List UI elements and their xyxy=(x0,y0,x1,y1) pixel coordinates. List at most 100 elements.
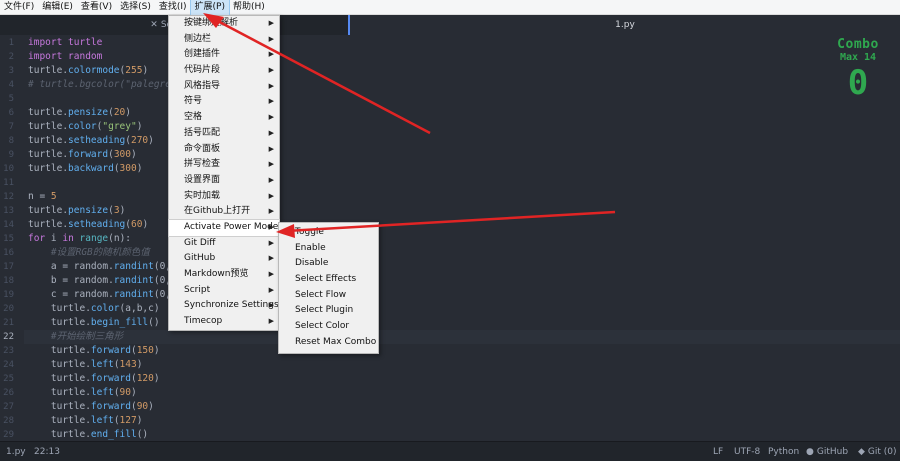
line-number: 24 xyxy=(3,360,14,370)
menu-item-label: 括号匹配 xyxy=(184,127,221,138)
packages-menu-item[interactable]: 侧边栏 ▶ xyxy=(169,32,279,48)
line-number: 1 xyxy=(8,38,14,48)
line-number: 7 xyxy=(8,122,14,132)
code-line: turtle.color(a,b,c) xyxy=(28,303,160,314)
submenu-arrow-icon: ▶ xyxy=(268,34,274,43)
menu-item-label: 实时加载 xyxy=(184,190,221,201)
packages-menu-item[interactable]: 创建插件 ▶ xyxy=(169,47,279,63)
power-mode-submenu-item[interactable]: Select Flow xyxy=(279,288,378,304)
line-number: 20 xyxy=(3,304,14,314)
menu-find[interactable]: 查找(I) xyxy=(155,0,191,15)
submenu-arrow-icon: ▶ xyxy=(268,160,274,169)
packages-menu-item[interactable]: 符号 ▶ xyxy=(169,94,279,110)
line-number: 14 xyxy=(3,220,14,230)
power-mode-submenu-item[interactable]: Disable xyxy=(279,256,378,272)
packages-menu-item[interactable]: 在Github上打开 ▶ xyxy=(169,204,279,220)
status-grammar[interactable]: Python xyxy=(768,442,799,461)
packages-menu-item[interactable]: 设置界面 ▶ xyxy=(169,173,279,189)
packages-menu-item[interactable]: 实时加载 ▶ xyxy=(169,189,279,205)
menu-item-label: 拼写检查 xyxy=(184,159,221,170)
menu-item-label: 风格指导 xyxy=(184,80,221,91)
combo-title: Combo xyxy=(837,37,879,52)
packages-menu-item[interactable]: 拼写检查 ▶ xyxy=(169,157,279,173)
packages-menu: 按键绑定解析 ▶ 侧边栏 ▶ 创建插件 ▶ 代码片段 ▶ 风格指导 ▶ 符号 ▶ 空格 ▶ 括号匹配 ▶ 命令面… xyxy=(168,15,280,331)
menu-packages[interactable]: 扩展(P) xyxy=(189,0,231,16)
power-mode-submenu-item[interactable]: Select Plugin xyxy=(279,303,378,319)
line-number: 12 xyxy=(3,192,14,202)
packages-menu-item[interactable]: 空格 ▶ xyxy=(169,110,279,126)
packages-menu-item[interactable]: Script ▶ xyxy=(169,283,279,299)
code-line: turtle.left(143) xyxy=(28,359,143,370)
line-number: 13 xyxy=(3,206,14,216)
menu-file[interactable]: 文件(F) xyxy=(0,0,38,15)
menu-item-label: 侧边栏 xyxy=(184,33,212,44)
status-encoding[interactable]: UTF-8 xyxy=(734,442,760,461)
packages-menu-item[interactable]: 代码片段 ▶ xyxy=(169,63,279,79)
power-mode-submenu-item[interactable]: Enable xyxy=(279,241,378,257)
line-number: 17 xyxy=(3,262,14,272)
packages-menu-item[interactable]: 按键绑定解析 ▶ xyxy=(169,16,279,32)
git-branch-icon: ◆ xyxy=(858,447,865,457)
submenu-arrow-icon: ▶ xyxy=(268,81,274,90)
code-line: turtle.forward(90) xyxy=(28,401,154,412)
menu-view[interactable]: 查看(V) xyxy=(77,0,116,15)
power-mode-submenu-item[interactable]: Select Color xyxy=(279,319,378,335)
code-line: b = random.randint(0,255 xyxy=(28,275,188,286)
menu-edit[interactable]: 编辑(E) xyxy=(38,0,77,15)
code-line: #设置RGB的随机颜色值 xyxy=(28,247,150,258)
github-icon: ● xyxy=(806,447,814,457)
status-file-name[interactable]: 1.py xyxy=(6,442,26,461)
code-line: import turtle xyxy=(28,37,103,48)
code-line: turtle.colormode(255) xyxy=(28,65,149,76)
line-number: 21 xyxy=(3,318,14,328)
menu-item-label: 按键绑定解析 xyxy=(184,18,239,28)
status-git[interactable]: ◆ Git (0) xyxy=(858,442,897,461)
packages-menu-item[interactable]: 括号匹配 ▶ xyxy=(169,126,279,142)
packages-menu-item[interactable]: 风格指导 ▶ xyxy=(169,79,279,95)
code-line: turtle.begin_fill() xyxy=(28,317,160,328)
line-number: 18 xyxy=(3,276,14,286)
line-number: 11 xyxy=(3,178,14,188)
packages-menu-item[interactable]: Synchronize Settings ▶ xyxy=(169,298,279,314)
status-cursor-position[interactable]: 22:13 xyxy=(34,442,60,461)
tab-file-label: 1.py xyxy=(615,20,635,30)
packages-menu-item[interactable]: Activate Power Mode ▶ xyxy=(168,218,280,237)
menu-item-label: GitHub xyxy=(184,253,216,264)
menu-item-label: Activate Power Mode xyxy=(184,221,279,232)
submenu-arrow-icon: ▶ xyxy=(268,238,274,247)
code-line: turtle.color("grey") xyxy=(28,121,143,132)
menu-selection[interactable]: 选择(S) xyxy=(116,0,155,15)
power-mode-submenu-item[interactable]: Select Effects xyxy=(279,272,378,288)
status-github-label: GitHub xyxy=(816,447,849,457)
status-github[interactable]: ● GitHub xyxy=(806,442,848,461)
power-mode-combo: Combo Max 14 0 xyxy=(830,37,886,102)
menu-item-label: Synchronize Settings xyxy=(184,300,279,311)
line-number: 27 xyxy=(3,402,14,412)
menu-help[interactable]: 帮助(H) xyxy=(229,0,269,15)
submenu-arrow-icon: ▶ xyxy=(268,191,274,200)
status-git-label: Git (0) xyxy=(867,447,897,457)
packages-menu-item[interactable]: Timecop ▶ xyxy=(169,314,279,330)
code-line: turtle.forward(300) #风 xyxy=(28,149,187,160)
tab-1py[interactable]: 1.py xyxy=(348,15,900,35)
line-number: 3 xyxy=(8,66,14,76)
packages-menu-item[interactable]: 命令面板 ▶ xyxy=(169,142,279,158)
submenu-arrow-icon: ▶ xyxy=(268,285,274,294)
line-number: 25 xyxy=(3,374,14,384)
code-editor[interactable]: 1 2 3 4 5 6 7 8 9 10 11 12 13 14 15 16 17 18 19 20 21 22 23 24 2… xyxy=(0,35,900,441)
code-line: a = random.randint(0,255 xyxy=(28,261,188,272)
submenu-arrow-icon: ▶ xyxy=(268,128,274,137)
menu-item-label: Script xyxy=(184,284,211,295)
power-mode-submenu-item[interactable]: Toggle xyxy=(279,225,378,241)
status-line-ending[interactable]: LF xyxy=(713,442,723,461)
packages-menu-item[interactable]: Markdown预览 ▶ xyxy=(169,267,279,283)
line-number: 2 xyxy=(8,52,14,62)
code-line: turtle.left(127) xyxy=(28,415,143,426)
line-number: 23 xyxy=(3,346,14,356)
line-number: 10 xyxy=(3,164,14,174)
menu-item-label: Markdown预览 xyxy=(184,269,249,279)
power-mode-submenu-item[interactable]: Reset Max Combo xyxy=(279,335,378,351)
submenu-arrow-icon: ▶ xyxy=(268,222,274,231)
packages-menu-item[interactable]: GitHub ▶ xyxy=(169,251,279,267)
packages-menu-item[interactable]: Git Diff ▶ xyxy=(169,236,279,252)
